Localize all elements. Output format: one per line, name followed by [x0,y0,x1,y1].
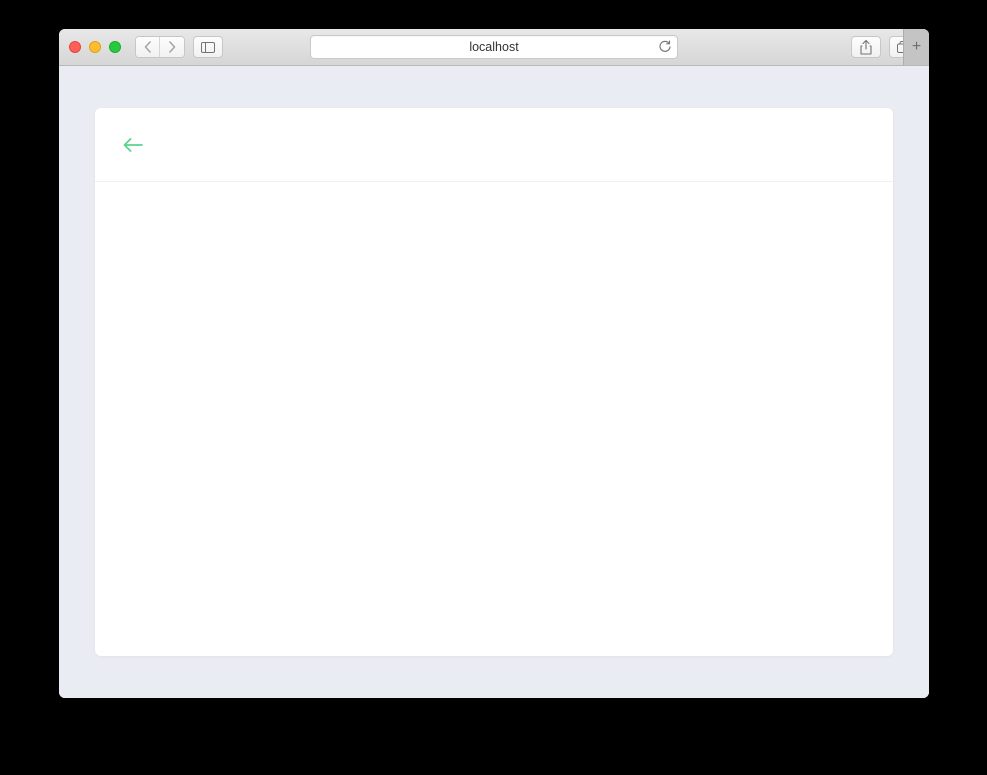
share-button[interactable] [851,36,881,58]
address-bar[interactable]: localhost [310,35,678,59]
sidebar-toggle-button[interactable] [193,36,223,58]
nav-button-group [135,36,185,58]
card-body [95,182,893,656]
forward-button[interactable] [160,37,184,57]
back-arrow-button[interactable] [123,138,143,152]
plus-icon: + [912,38,921,56]
reload-button[interactable] [659,41,671,54]
browser-window: localhost + [59,29,929,698]
right-controls: + [851,36,919,58]
share-icon [860,40,872,55]
back-button[interactable] [136,37,160,57]
card-header [95,108,893,182]
new-tab-button[interactable]: + [903,29,929,65]
window-controls [69,41,121,53]
browser-titlebar: localhost + [59,29,929,66]
page-viewport [59,66,929,698]
reload-icon [659,41,671,54]
window-maximize-button[interactable] [109,41,121,53]
chevron-left-icon [144,41,152,53]
window-minimize-button[interactable] [89,41,101,53]
sidebar-icon [201,42,215,53]
window-close-button[interactable] [69,41,81,53]
chevron-right-icon [168,41,176,53]
address-text: localhost [469,40,518,54]
content-card [95,108,893,656]
arrow-left-icon [123,138,143,152]
